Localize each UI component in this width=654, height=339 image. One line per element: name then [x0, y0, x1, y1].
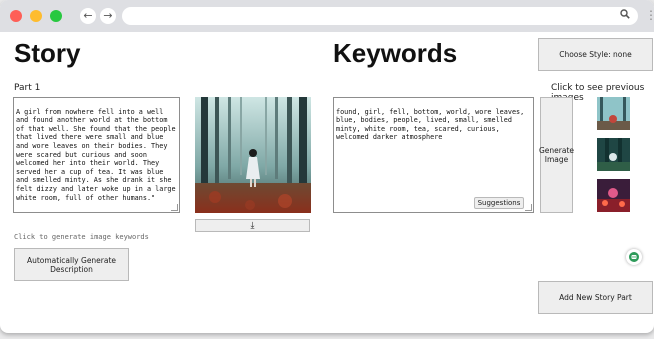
download-icon: ⤓ [250, 220, 255, 231]
previous-image-thumbnail[interactable] [597, 138, 630, 171]
maximize-window-dot[interactable] [50, 10, 62, 22]
forward-icon[interactable]: → [100, 8, 116, 24]
close-window-dot[interactable] [10, 10, 22, 22]
story-textarea[interactable]: A girl from nowhere fell into a well and… [13, 97, 180, 213]
suggestions-button[interactable]: Suggestions [474, 197, 524, 209]
generate-image-button[interactable]: Generate Image [539, 97, 574, 213]
browser-window: ← → ⋮ Story Part 1 A girl from nowhere f… [0, 0, 654, 333]
address-bar[interactable] [122, 7, 638, 25]
story-heading: Story [14, 38, 81, 68]
story-text: A girl from nowhere fell into a well and… [16, 107, 176, 202]
auto-generate-description-button[interactable]: Automatically Generate Description [14, 248, 129, 281]
generated-image [195, 97, 311, 213]
previous-image-thumbnail[interactable] [597, 97, 630, 130]
choose-style-button[interactable]: Choose Style: none [538, 38, 653, 71]
download-button[interactable]: ⤓ [195, 219, 310, 232]
keywords-textarea[interactable]: found, girl, fell, bottom, world, wore l… [333, 97, 534, 213]
add-new-story-part-button[interactable]: Add New Story Part [538, 281, 653, 314]
browser-chrome: ← → ⋮ [0, 0, 654, 32]
keywords-text: found, girl, fell, bottom, world, wore l… [336, 107, 525, 142]
back-icon[interactable]: ← [80, 8, 96, 24]
previous-image-thumbnail[interactable] [597, 179, 630, 212]
resize-handle-icon[interactable] [171, 204, 178, 211]
minimize-window-dot[interactable] [30, 10, 42, 22]
resize-handle-icon[interactable] [525, 204, 532, 211]
generate-keywords-hint[interactable]: Click to generate image keywords [14, 233, 149, 241]
chat-assistant-icon[interactable] [626, 249, 642, 265]
part-label: Part 1 [14, 83, 41, 93]
menu-icon[interactable]: ⋮ [645, 8, 654, 22]
keywords-heading: Keywords [333, 38, 458, 68]
search-icon[interactable] [620, 9, 630, 22]
